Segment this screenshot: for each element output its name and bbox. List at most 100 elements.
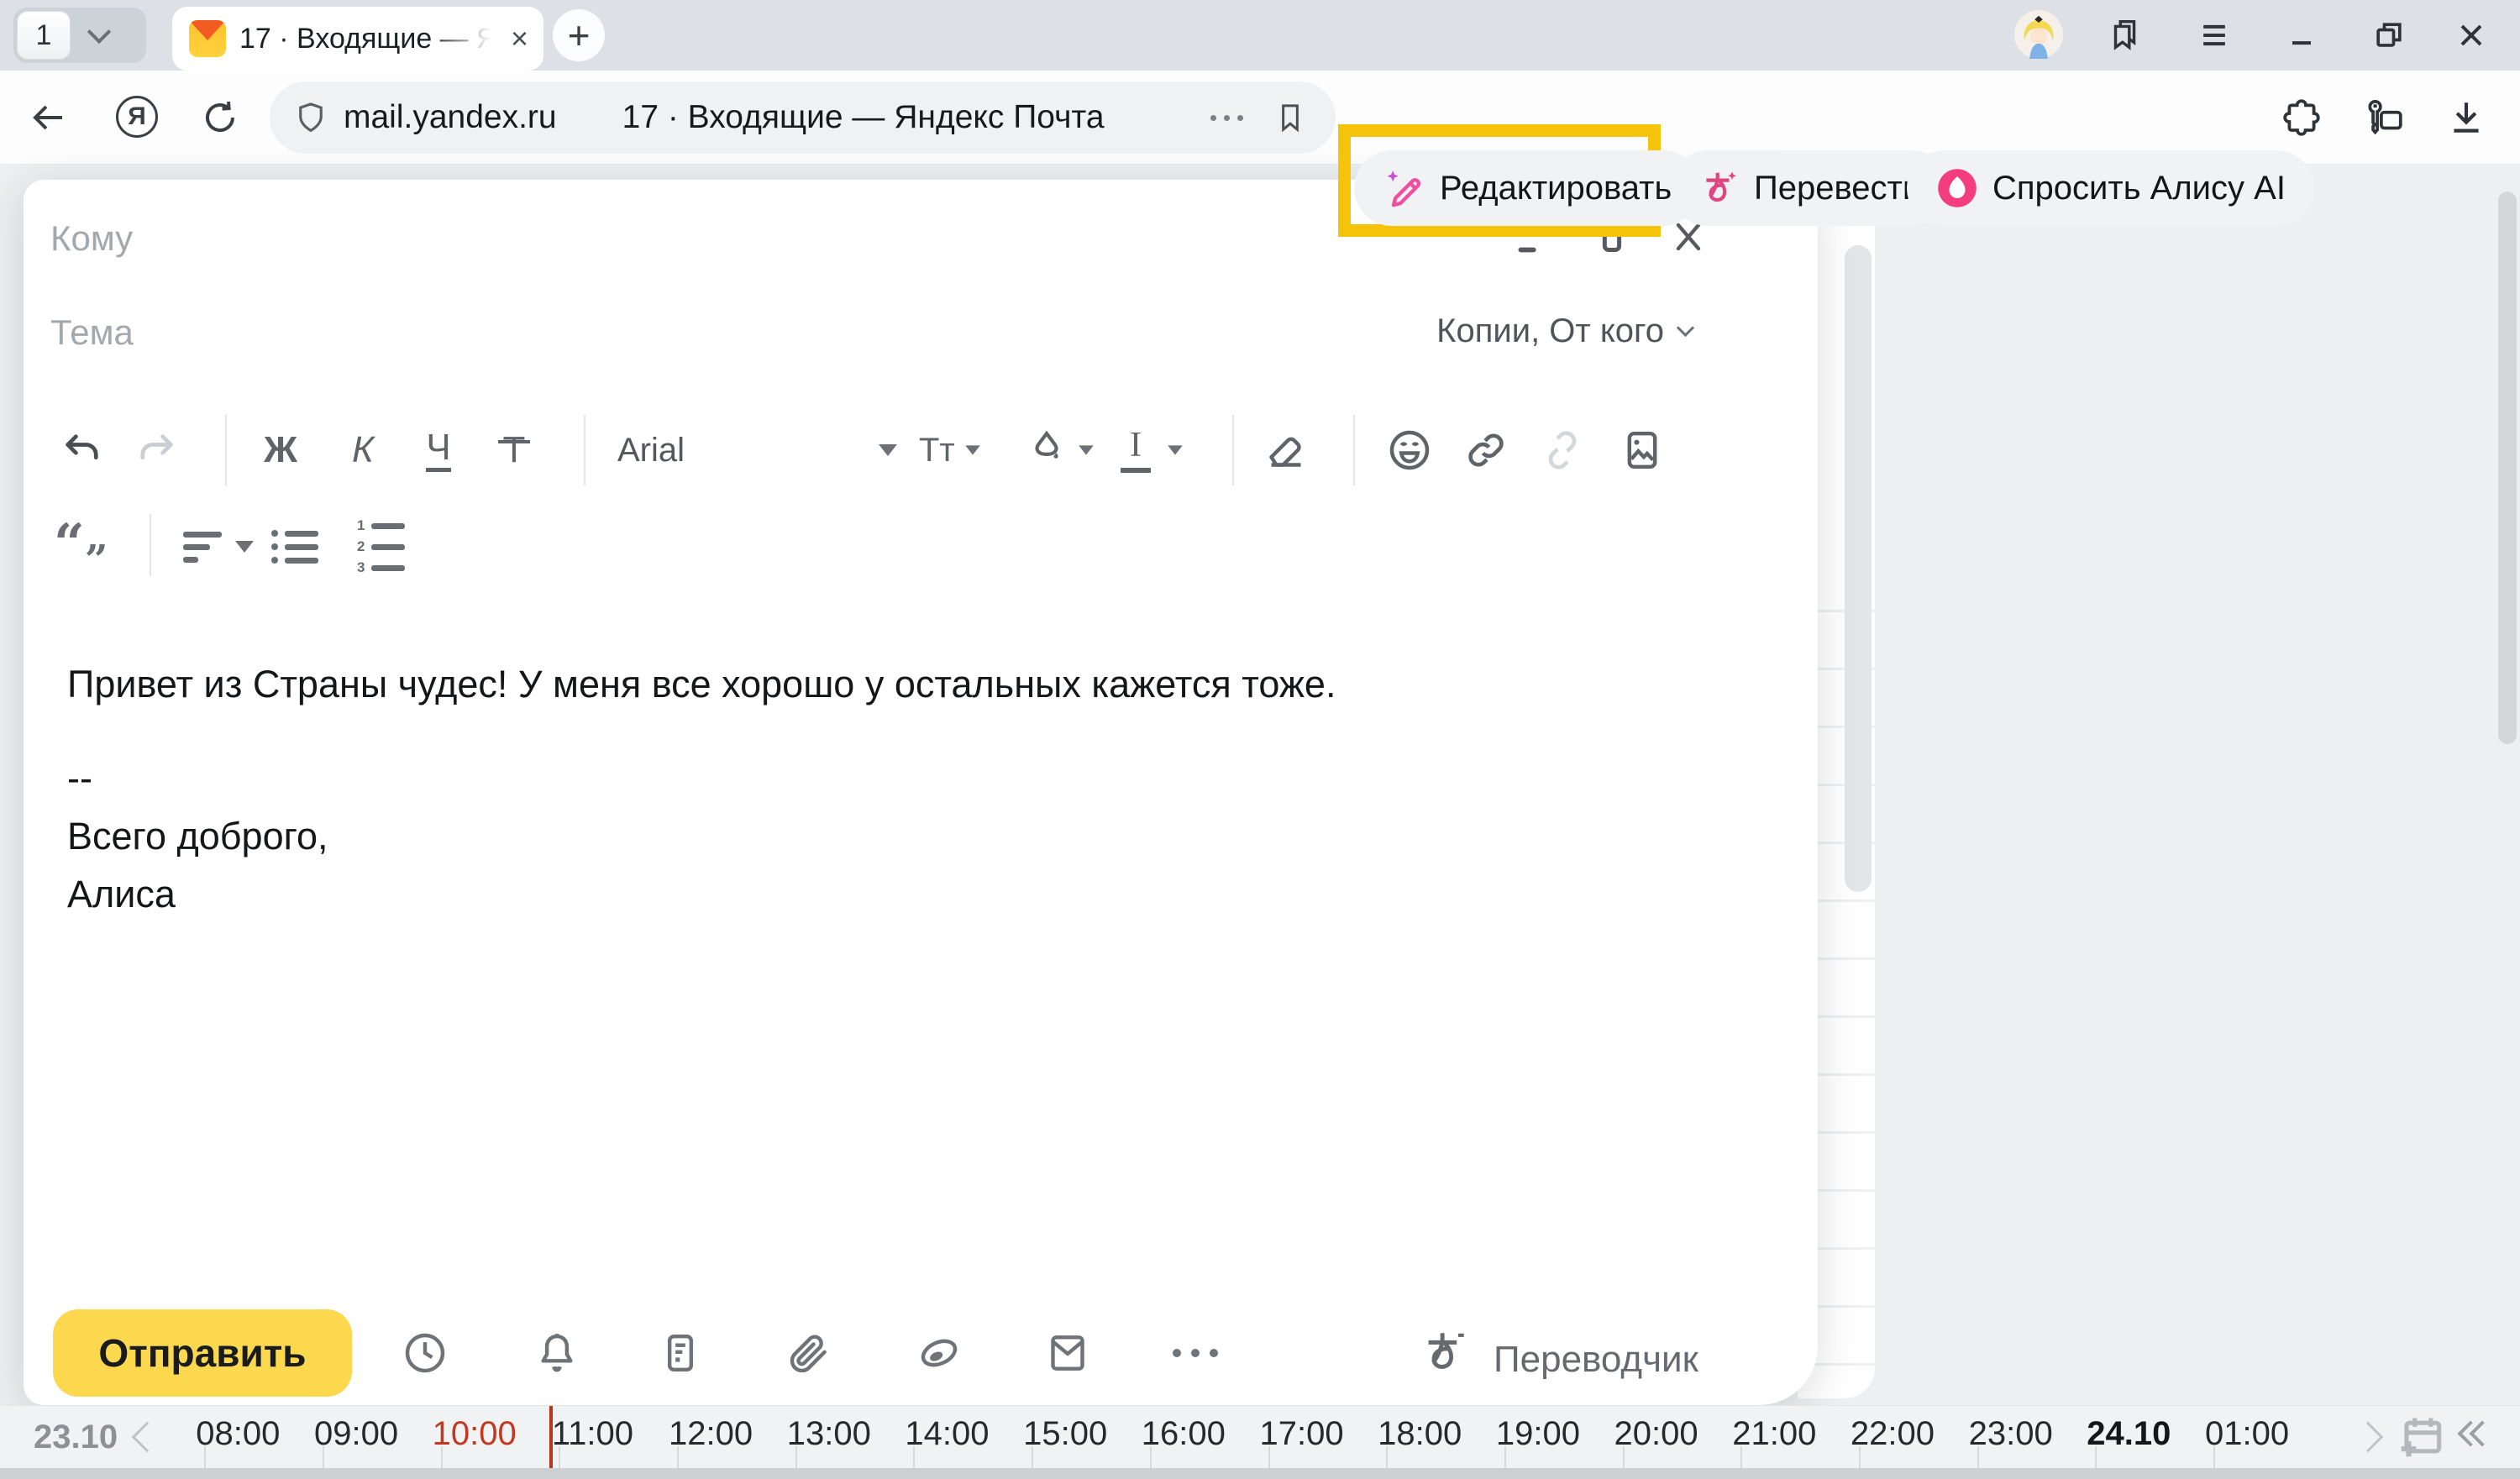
- timeline-slot-21:00[interactable]: 21:00: [1715, 1406, 1834, 1468]
- minimize-window-icon[interactable]: [2281, 15, 2322, 55]
- menu-icon[interactable]: [2194, 15, 2234, 55]
- passwords-key-icon[interactable]: [2362, 96, 2406, 139]
- timeline-slot-20:00[interactable]: 20:00: [1597, 1406, 1715, 1468]
- timeline-slot-23:00[interactable]: 23:00: [1951, 1406, 2070, 1468]
- timeline-next-icon[interactable]: [2353, 1422, 2384, 1453]
- page-scrollbar[interactable]: [2498, 191, 2517, 744]
- timeline-slot-label: 10:00: [433, 1415, 517, 1453]
- tab-group-button[interactable]: 1: [13, 8, 146, 63]
- timeline-tick: [1977, 1446, 1979, 1468]
- survey-form-icon[interactable]: [657, 1330, 704, 1377]
- reload-icon[interactable]: [200, 97, 240, 138]
- compose-window: Кому Тема Копии, От кого: [24, 180, 1818, 1405]
- align-icon[interactable]: [183, 521, 254, 573]
- body-line: --: [67, 749, 1336, 807]
- collapse-double-chevron-icon[interactable]: [2461, 1424, 2491, 1443]
- insert-image-icon[interactable]: [1619, 424, 1666, 476]
- address-more-icon[interactable]: [1210, 115, 1243, 121]
- timeline-slot-10:00[interactable]: 10:00: [415, 1406, 533, 1468]
- redo-icon[interactable]: [131, 424, 181, 476]
- edit-button[interactable]: Редактировать: [1354, 150, 1700, 226]
- tab-count-badge: 1: [17, 11, 71, 60]
- font-size-select[interactable]: Тт: [919, 424, 982, 476]
- timeline-tick: [1623, 1446, 1625, 1468]
- ask-alice-button[interactable]: Спросить Алису AI: [1907, 150, 2314, 226]
- timeline-slot-08:00[interactable]: 08:00: [179, 1406, 297, 1468]
- clear-format-eraser-icon[interactable]: [1263, 424, 1310, 476]
- timeline-slot-14:00[interactable]: 14:00: [888, 1406, 1006, 1468]
- text-color-icon[interactable]: I: [1121, 424, 1184, 476]
- emoji-icon[interactable]: [1386, 424, 1433, 476]
- quote-icon[interactable]: “”: [54, 512, 108, 575]
- bookmarks-icon[interactable]: [2105, 15, 2145, 55]
- strikethrough-icon[interactable]: Т: [491, 424, 538, 476]
- send-button[interactable]: Отправить: [53, 1309, 352, 1397]
- timeline-slot-label: 21:00: [1732, 1415, 1816, 1453]
- back-icon[interactable]: [29, 97, 69, 138]
- to-field[interactable]: Кому: [50, 218, 133, 259]
- timeline-slot-17:00[interactable]: 17:00: [1242, 1406, 1361, 1468]
- new-tab-button[interactable]: +: [553, 9, 605, 61]
- numbered-list-icon[interactable]: 1 2 3: [357, 521, 405, 573]
- timeline-slot-13:00[interactable]: 13:00: [769, 1406, 888, 1468]
- yandex-logo-icon[interactable]: Я: [116, 96, 158, 138]
- timeline-slot-12:00[interactable]: 12:00: [652, 1406, 770, 1468]
- timeline-slot-09:00[interactable]: 09:00: [297, 1406, 416, 1468]
- mail-scrollbar[interactable]: [1845, 245, 1872, 892]
- chevron-down-icon: [87, 20, 111, 44]
- timeline-slots: 08:0009:0010:0011:0012:0013:0014:0015:00…: [179, 1406, 2306, 1468]
- notify-bell-icon[interactable]: [533, 1330, 580, 1377]
- ask-alice-button-label: Спросить Алису AI: [1992, 170, 2286, 207]
- downloads-icon[interactable]: [2444, 96, 2488, 139]
- timeline-slot-01:00[interactable]: 01:00: [2188, 1406, 2307, 1468]
- timeline-slot-15:00[interactable]: 15:00: [1006, 1406, 1125, 1468]
- timeline-slot-label: 22:00: [1851, 1415, 1935, 1453]
- restore-window-icon[interactable]: [2369, 15, 2409, 55]
- attach-paperclip-icon[interactable]: [785, 1330, 832, 1377]
- italic-icon[interactable]: К: [339, 424, 386, 476]
- extensions-puzzle-icon[interactable]: [2280, 96, 2323, 139]
- page-title-text: 17 · Входящие — Яндекс Почта: [622, 99, 1105, 136]
- close-window-icon[interactable]: [2451, 15, 2491, 55]
- translator-label[interactable]: Переводчик: [1494, 1339, 1698, 1381]
- more-options-icon[interactable]: [1172, 1330, 1219, 1377]
- timeline-tick: [913, 1446, 915, 1468]
- timeline-slot-18:00[interactable]: 18:00: [1361, 1406, 1479, 1468]
- tab-active[interactable]: 17 · Входящие — Янде ×: [172, 7, 543, 71]
- subject-field[interactable]: Тема: [50, 312, 134, 353]
- bookmark-flag-icon[interactable]: [1273, 101, 1307, 134]
- timeline-slot-24.10[interactable]: 24.10: [2070, 1406, 2188, 1468]
- tab-close-icon[interactable]: ×: [511, 24, 528, 54]
- yandex-disk-icon[interactable]: [916, 1330, 963, 1377]
- address-bar[interactable]: mail.yandex.ru 17 · Входящие — Яндекс По…: [270, 81, 1336, 154]
- translator-icon[interactable]: [1418, 1325, 1472, 1379]
- timeline-date-left: 23.10: [34, 1406, 118, 1468]
- avatar[interactable]: [2014, 10, 2063, 59]
- envelope-icon[interactable]: [1044, 1330, 1091, 1377]
- calendar-add-icon[interactable]: [2396, 1411, 2448, 1463]
- timeline-slot-16:00[interactable]: 16:00: [1125, 1406, 1243, 1468]
- timeline-slot-label: 14:00: [905, 1415, 989, 1453]
- timeline-slot-22:00[interactable]: 22:00: [1834, 1406, 1952, 1468]
- schedule-clock-icon[interactable]: [402, 1330, 449, 1377]
- timeline-slot-label: 09:00: [314, 1415, 398, 1453]
- font-family-select[interactable]: Arial: [617, 424, 685, 476]
- bold-icon[interactable]: Ж: [257, 424, 304, 476]
- timeline-tick: [795, 1446, 797, 1468]
- timeline-slot-label: 23:00: [1969, 1415, 2053, 1453]
- timeline-tick: [323, 1446, 324, 1468]
- timeline-tick: [1032, 1446, 1033, 1468]
- bullet-list-icon[interactable]: [271, 521, 318, 573]
- email-body[interactable]: Привет из Страны чудес! У меня все хорош…: [67, 655, 1336, 923]
- underline-icon[interactable]: Ч: [415, 424, 462, 476]
- timeline-prev-icon[interactable]: [132, 1422, 163, 1453]
- font-family-caret-icon[interactable]: [879, 424, 897, 476]
- undo-icon[interactable]: [57, 424, 108, 476]
- timeline-slot-label: 15:00: [1023, 1415, 1107, 1453]
- link-icon[interactable]: [1462, 424, 1509, 476]
- security-shield-icon[interactable]: [293, 100, 328, 135]
- fill-color-icon[interactable]: [1023, 424, 1095, 476]
- cc-from-toggle[interactable]: Копии, От кого: [1436, 312, 1692, 350]
- timeline-slot-19:00[interactable]: 19:00: [1479, 1406, 1598, 1468]
- url-text[interactable]: mail.yandex.ru: [344, 99, 557, 136]
